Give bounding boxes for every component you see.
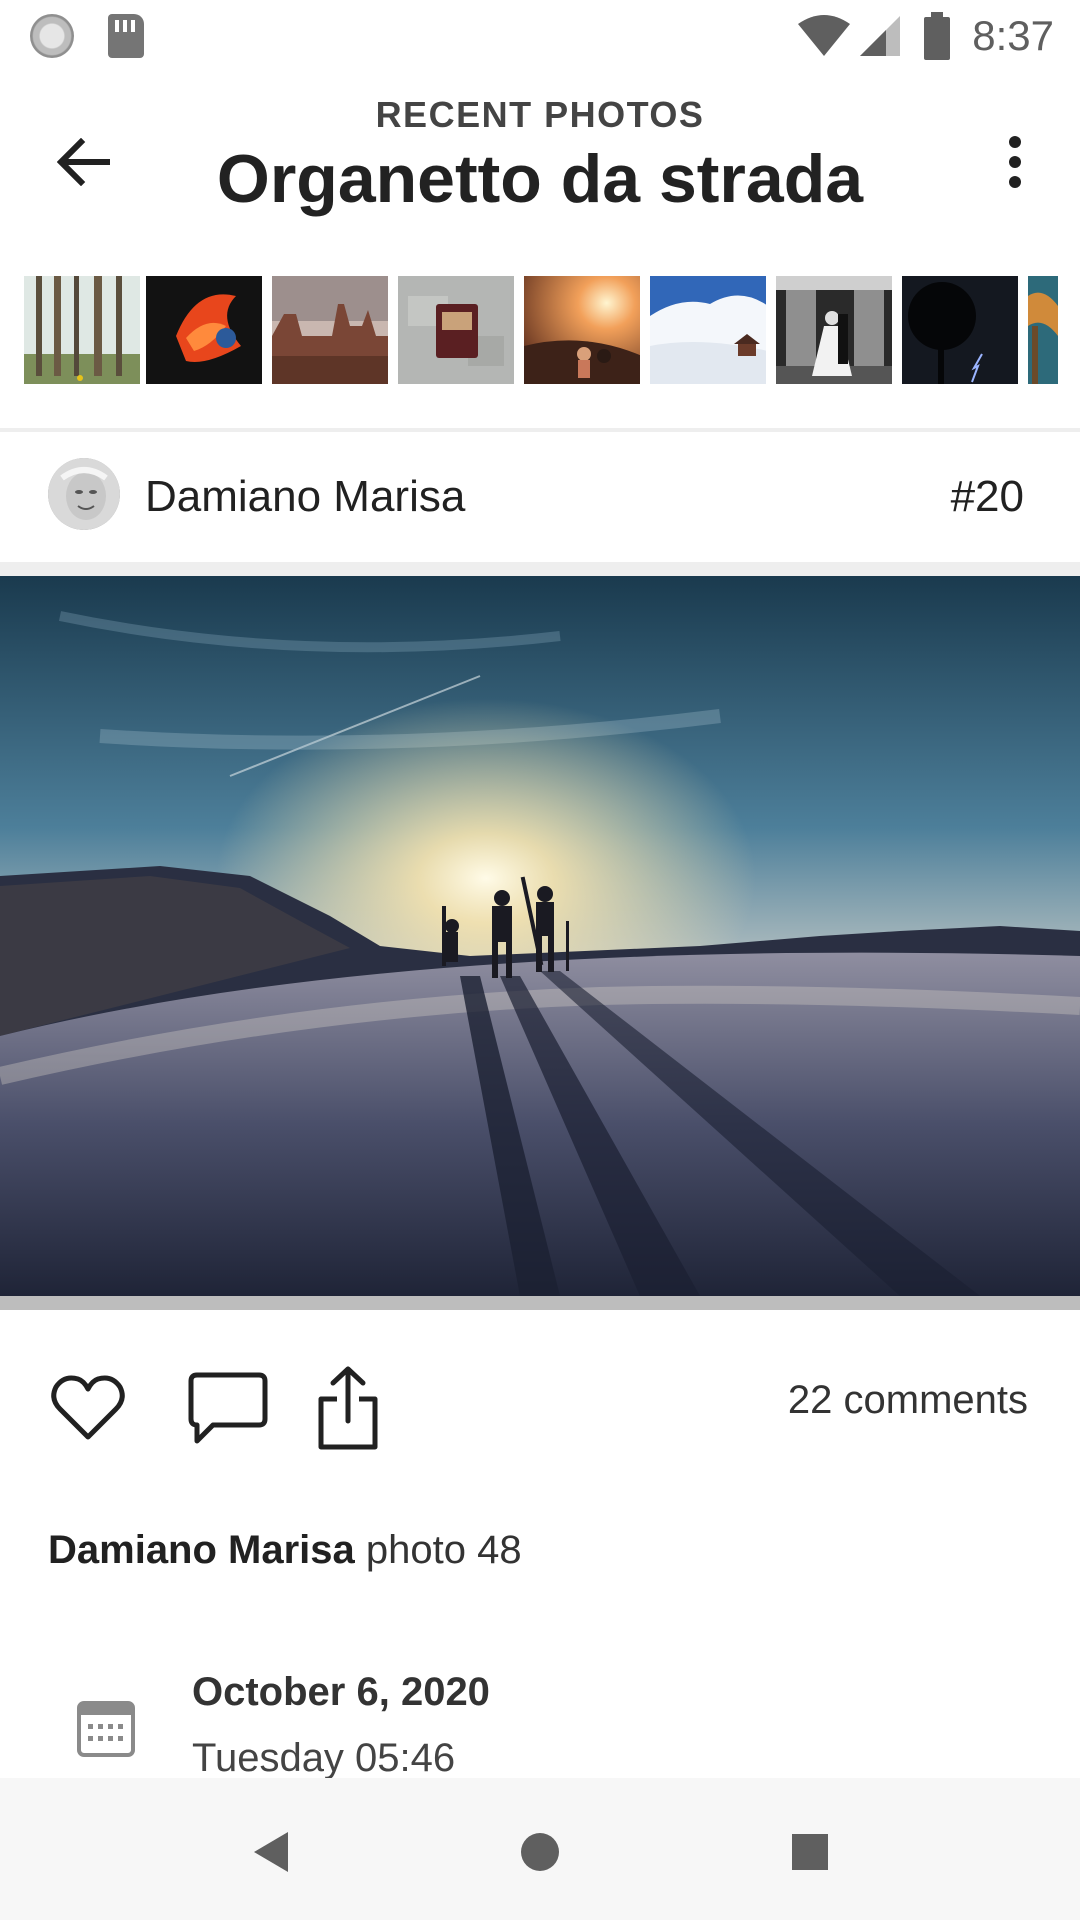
- nav-back-button[interactable]: [230, 1812, 310, 1892]
- thumbnail-desert-rocks[interactable]: [272, 276, 388, 384]
- heart-icon: [51, 1375, 125, 1440]
- nav-home-icon: [521, 1833, 559, 1871]
- calendar-icon: [77, 1701, 135, 1757]
- thumbnail-forest[interactable]: [24, 276, 140, 384]
- navigation-bar: [0, 1778, 1080, 1920]
- caption-text: photo 48: [354, 1528, 522, 1572]
- nav-back-icon: [254, 1832, 288, 1872]
- wifi-icon: [798, 15, 850, 56]
- comment-icon: [188, 1372, 268, 1444]
- post-caption: Damiano Marisa photo 48: [48, 1528, 522, 1573]
- like-button[interactable]: [40, 1360, 136, 1456]
- thumbnail-lightning-tree[interactable]: [902, 276, 1018, 384]
- post-date: October 6, 2020: [192, 1670, 490, 1714]
- thumbnail-wallet[interactable]: [398, 276, 514, 384]
- signal-icon: [860, 16, 900, 56]
- nav-recents-button[interactable]: [770, 1812, 850, 1892]
- more-options-button[interactable]: [980, 122, 1050, 202]
- nav-recents-icon: [792, 1834, 828, 1870]
- avatar[interactable]: [48, 458, 120, 530]
- sd-card-icon: [108, 14, 144, 58]
- thumbnail-strip[interactable]: [24, 276, 1080, 384]
- sync-icon: [30, 14, 74, 58]
- thumbnail-wedding[interactable]: [776, 276, 892, 384]
- nav-home-button[interactable]: [500, 1812, 580, 1892]
- main-photo[interactable]: [0, 576, 1080, 1296]
- divider: [0, 562, 1080, 576]
- author-name[interactable]: Damiano Marisa: [145, 472, 465, 522]
- thumbnail-sunset-couple[interactable]: [524, 276, 640, 384]
- comments-count[interactable]: 22 comments: [788, 1378, 1028, 1423]
- status-time: 8:37: [972, 12, 1054, 59]
- post-number: #20: [950, 472, 1024, 521]
- post-time: Tuesday 05:46: [192, 1736, 456, 1780]
- post-header[interactable]: Damiano Marisa #20: [0, 432, 1080, 562]
- comment-button[interactable]: [180, 1360, 276, 1456]
- thumbnail-betta-fish[interactable]: [146, 276, 262, 384]
- date-info: October 6, 2020 Tuesday 05:46: [0, 1660, 1080, 1780]
- more-vert-icon: [1009, 136, 1021, 188]
- share-button[interactable]: [300, 1360, 396, 1456]
- post-actions: 22 comments: [0, 1310, 1080, 1480]
- battery-icon: [924, 12, 950, 60]
- caption-author[interactable]: Damiano Marisa: [48, 1528, 355, 1572]
- app-subtitle: RECENT PHOTOS: [375, 94, 705, 135]
- page-title: Organetto da strada: [216, 141, 864, 217]
- thumbnail-palm[interactable]: [1028, 276, 1058, 384]
- share-icon: [318, 1366, 378, 1450]
- app-bar: RECENT PHOTOS Organetto da strada: [0, 72, 1080, 254]
- status-bar: 8:37: [0, 0, 1080, 72]
- photo-progress-bar: [0, 1296, 1080, 1310]
- thumbnail-snowy-mountain[interactable]: [650, 276, 766, 384]
